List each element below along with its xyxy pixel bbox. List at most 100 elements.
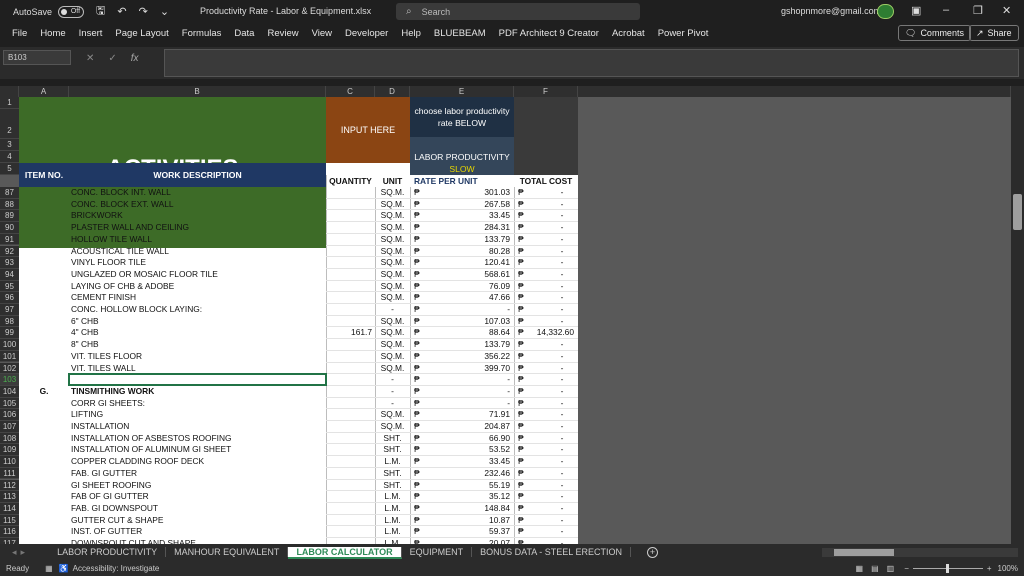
unit-cell[interactable]: SQ.M. bbox=[375, 316, 410, 328]
undo-icon[interactable]: ↶ bbox=[117, 5, 126, 18]
total-currency-cell[interactable]: ₱ bbox=[518, 257, 528, 269]
item-no-cell[interactable] bbox=[19, 339, 69, 351]
item-no-cell[interactable] bbox=[19, 374, 69, 386]
item-no-cell[interactable] bbox=[19, 503, 69, 515]
total-currency-cell[interactable]: ₱ bbox=[518, 409, 528, 421]
quantity-cell[interactable] bbox=[326, 222, 372, 234]
work-description-cell[interactable]: 4" CHB bbox=[71, 327, 326, 339]
total-cost-cell[interactable]: - bbox=[528, 281, 574, 293]
item-no-cell[interactable] bbox=[19, 421, 69, 433]
work-description-cell[interactable]: INSTALLATION OF ASBESTOS ROOFING bbox=[71, 433, 326, 445]
enter-icon[interactable]: ✓ bbox=[108, 53, 116, 64]
rate-currency-cell[interactable]: ₱ bbox=[414, 456, 424, 468]
row-header[interactable]: 113 bbox=[0, 491, 19, 503]
quantity-cell[interactable] bbox=[326, 398, 372, 410]
vertical-scrollbar[interactable] bbox=[1011, 86, 1024, 544]
row-header[interactable]: 104 bbox=[0, 385, 19, 398]
item-no-cell[interactable] bbox=[19, 444, 69, 456]
rate-currency-cell[interactable]: ₱ bbox=[414, 363, 424, 375]
total-cost-header[interactable]: TOTAL COST bbox=[514, 175, 578, 187]
rate-currency-cell[interactable]: ₱ bbox=[414, 292, 424, 304]
total-currency-cell[interactable]: ₱ bbox=[518, 374, 528, 386]
quantity-cell[interactable] bbox=[326, 386, 372, 398]
rate-per-unit-cell[interactable]: 148.84 bbox=[424, 503, 510, 515]
quantity-cell[interactable] bbox=[326, 468, 372, 480]
rate-currency-cell[interactable]: ₱ bbox=[414, 374, 424, 386]
total-cost-cell[interactable]: - bbox=[528, 246, 574, 258]
rate-currency-cell[interactable]: ₱ bbox=[414, 316, 424, 328]
work-description-cell[interactable]: INSTALLATION OF ALUMINUM GI SHEET bbox=[71, 444, 326, 456]
unit-cell[interactable]: SQ.M. bbox=[375, 351, 410, 363]
row-header[interactable]: 101 bbox=[0, 350, 19, 363]
labor-productivity-selector[interactable]: LABOR PRODUCTIVITY SLOW bbox=[410, 137, 514, 175]
quantity-cell[interactable] bbox=[326, 409, 372, 421]
total-currency-cell[interactable]: ₱ bbox=[518, 433, 528, 445]
work-description-header[interactable]: WORK DESCRIPTION bbox=[69, 163, 326, 187]
row-header[interactable]: 92 bbox=[0, 245, 19, 258]
column-header-d[interactable]: D bbox=[375, 86, 410, 97]
rate-per-unit-cell[interactable]: 35.12 bbox=[424, 491, 510, 503]
row-header[interactable]: 106 bbox=[0, 409, 19, 421]
unit-cell[interactable]: SHT. bbox=[375, 444, 410, 456]
item-no-cell[interactable] bbox=[19, 246, 69, 258]
row-header[interactable]: 90 bbox=[0, 222, 19, 234]
row-header[interactable]: 109 bbox=[0, 444, 19, 457]
row-header[interactable]: 98 bbox=[0, 315, 19, 328]
rate-per-unit-cell[interactable]: 71.91 bbox=[424, 409, 510, 421]
rate-per-unit-header[interactable]: RATE PER UNIT bbox=[410, 175, 514, 187]
vertical-scroll-thumb[interactable] bbox=[1013, 194, 1022, 230]
zoom-level[interactable]: 100% bbox=[998, 564, 1018, 573]
rate-per-unit-cell[interactable]: 47.66 bbox=[424, 292, 510, 304]
rate-currency-cell[interactable]: ₱ bbox=[414, 210, 424, 222]
unit-cell[interactable]: - bbox=[375, 374, 410, 386]
work-description-cell[interactable]: CEMENT FINISH bbox=[71, 292, 326, 304]
total-cost-cell[interactable]: - bbox=[528, 351, 574, 363]
rate-currency-cell[interactable]: ₱ bbox=[414, 421, 424, 433]
menu-formulas[interactable]: Formulas bbox=[182, 28, 222, 39]
rate-currency-cell[interactable]: ₱ bbox=[414, 491, 424, 503]
rate-per-unit-cell[interactable]: 80.28 bbox=[424, 246, 510, 258]
unit-cell[interactable]: SHT. bbox=[375, 480, 410, 492]
rate-per-unit-cell[interactable]: 107.03 bbox=[424, 316, 510, 328]
work-description-cell[interactable]: 6" CHB bbox=[71, 316, 326, 328]
total-cost-cell[interactable]: 14,332.60 bbox=[528, 327, 574, 339]
total-currency-cell[interactable]: ₱ bbox=[518, 363, 528, 375]
menu-pdf-architect-9-creator[interactable]: PDF Architect 9 Creator bbox=[499, 28, 599, 39]
menu-view[interactable]: View bbox=[312, 28, 332, 39]
total-currency-cell[interactable]: ₱ bbox=[518, 199, 528, 211]
quantity-cell[interactable] bbox=[326, 210, 372, 222]
rate-currency-cell[interactable]: ₱ bbox=[414, 234, 424, 246]
row-header[interactable]: 111 bbox=[0, 467, 19, 480]
unit-cell[interactable]: L.M. bbox=[375, 503, 410, 515]
select-all-corner[interactable] bbox=[0, 86, 19, 97]
rate-per-unit-cell[interactable]: 33.45 bbox=[424, 210, 510, 222]
work-description-cell[interactable]: FAB OF GI GUTTER bbox=[71, 491, 326, 503]
menu-insert[interactable]: Insert bbox=[79, 28, 103, 39]
rate-currency-cell[interactable]: ₱ bbox=[414, 409, 424, 421]
rate-per-unit-cell[interactable]: 55.19 bbox=[424, 480, 510, 492]
unit-header[interactable]: UNIT bbox=[375, 175, 410, 187]
productivity-rate-value[interactable]: SLOW bbox=[410, 163, 514, 175]
rate-currency-cell[interactable]: ₱ bbox=[414, 246, 424, 258]
unit-cell[interactable]: SQ.M. bbox=[375, 292, 410, 304]
rate-currency-cell[interactable]: ₱ bbox=[414, 480, 424, 492]
total-currency-cell[interactable]: ₱ bbox=[518, 327, 528, 339]
item-no-cell[interactable] bbox=[19, 292, 69, 304]
total-cost-cell[interactable]: - bbox=[528, 304, 574, 316]
total-currency-cell[interactable]: ₱ bbox=[518, 456, 528, 468]
cancel-icon[interactable]: ✕ bbox=[86, 53, 94, 64]
quantity-cell[interactable] bbox=[326, 257, 372, 269]
document-title[interactable]: Productivity Rate - Labor & Equipment.xl… bbox=[200, 6, 371, 16]
work-description-cell[interactable]: CONC. BLOCK EXT. WALL bbox=[71, 199, 326, 211]
sheet-tab-manhour-equivalent[interactable]: MANHOUR EQUIVALENT bbox=[166, 547, 289, 557]
unit-cell[interactable]: SQ.M. bbox=[375, 281, 410, 293]
total-currency-cell[interactable]: ₱ bbox=[518, 210, 528, 222]
row-header[interactable]: 2 bbox=[0, 109, 19, 139]
work-description-cell[interactable]: BRICKWORK bbox=[71, 210, 326, 222]
unit-cell[interactable]: - bbox=[375, 304, 410, 316]
total-cost-cell[interactable]: - bbox=[528, 515, 574, 527]
total-currency-cell[interactable]: ₱ bbox=[518, 292, 528, 304]
total-cost-cell[interactable]: - bbox=[528, 398, 574, 410]
account-email[interactable]: gshopnmore@gmail.com bbox=[781, 6, 881, 16]
quantity-cell[interactable] bbox=[326, 503, 372, 515]
